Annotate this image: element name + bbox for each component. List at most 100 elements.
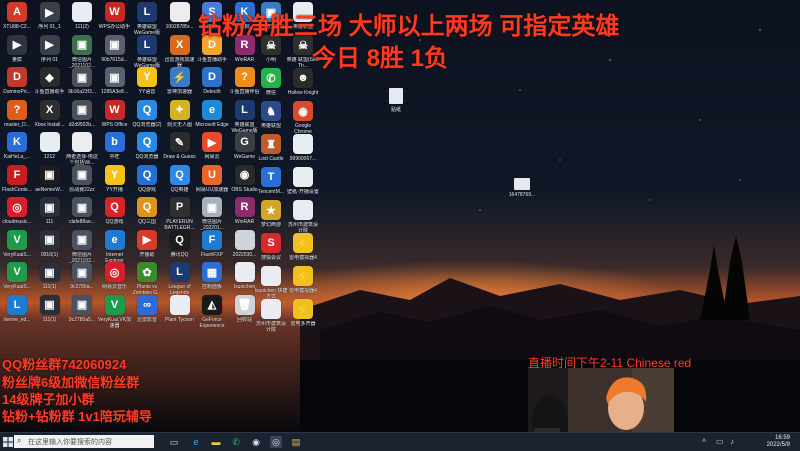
- app-icon: [72, 2, 92, 22]
- app-icon: ▣: [104, 34, 125, 55]
- app-icon: b: [104, 132, 125, 152]
- app-icon: ✿: [137, 262, 157, 282]
- app-icon: ▣: [39, 294, 60, 315]
- active-app-icon[interactable]: ◎: [270, 436, 282, 448]
- app-icon: F: [7, 164, 27, 185]
- app-icon: [169, 294, 190, 315]
- app-icon: V: [7, 229, 27, 250]
- app-icon: ▣: [72, 294, 92, 315]
- app-icon: ▣: [72, 99, 92, 120]
- app-icon: ◆: [39, 67, 60, 87]
- desktop-shortcut[interactable]: ▣ 111(1): [33, 294, 67, 335]
- app-icon: R: [234, 197, 255, 217]
- app-icon: ▣: [72, 34, 92, 55]
- app-icon: V: [104, 294, 125, 315]
- shortcut-label: liveme_ed...: [3, 316, 31, 323]
- app-icon: W: [104, 99, 125, 120]
- app-icon: ▣: [39, 197, 60, 217]
- image-file-icon: [514, 178, 530, 190]
- file-explorer-icon[interactable]: ▬: [210, 436, 222, 448]
- network-icon[interactable]: ▭: [716, 437, 724, 446]
- desktop-shortcut[interactable]: ◭ GeForce Experience: [195, 294, 229, 335]
- app-icon: U: [202, 164, 222, 185]
- start-button[interactable]: [2, 436, 14, 448]
- app-icon: ▣: [72, 164, 92, 185]
- fan-info-line: QQ粉丝群742060924: [2, 357, 127, 372]
- app-icon: Q: [169, 229, 190, 250]
- app-icon: X: [39, 99, 60, 120]
- desktop-file-icon[interactable]: 16478769...: [502, 178, 542, 198]
- taskbar-search-box[interactable]: ⌕ 在这里输入你要搜索的内容: [14, 435, 154, 448]
- app-icon: D: [7, 67, 27, 87]
- app-icon: ⚡: [293, 266, 313, 286]
- app-icon: ▣: [39, 229, 60, 250]
- app-icon: D: [202, 67, 222, 87]
- shortcut-label: GeForce Experience: [199, 316, 225, 329]
- desktop-shortcut[interactable]: ▣ 9c2780a5...: [65, 294, 99, 335]
- app-icon: Q: [104, 197, 125, 217]
- app-icon: L: [234, 99, 255, 120]
- app-icon: L: [137, 2, 157, 22]
- app-icon: ?: [234, 67, 255, 87]
- shortcut-label: 9c2780a5...: [68, 316, 96, 323]
- chevron-up-icon[interactable]: ˄: [702, 438, 706, 445]
- desktop-file-icon[interactable]: 贴纸: [376, 88, 416, 113]
- app-icon: ∞: [137, 294, 157, 315]
- app-icon: [169, 2, 190, 22]
- app-icon: L: [7, 294, 27, 315]
- shortcut-label: 苏州市建筑设计院: [255, 321, 286, 333]
- app-icon: Y: [104, 164, 125, 185]
- app-icon: X: [169, 34, 190, 55]
- taskbar: ⌕ 在这里输入你要搜索的内容 ▭ e ▬ ✆ ◉ ◎ ▤ ˄ ▭ ♪ 16:59…: [0, 432, 800, 451]
- desktop-shortcut[interactable]: Lliveme_ed...: [0, 294, 34, 335]
- app-icon: ▣: [72, 197, 92, 217]
- app-icon: ✆: [261, 68, 281, 88]
- app-icon: ⚡: [293, 233, 313, 253]
- app-icon: ♞: [261, 101, 281, 121]
- app-icon: ▣: [39, 164, 60, 185]
- app-icon: ✎: [169, 132, 190, 152]
- volume-icon[interactable]: ♪: [730, 437, 734, 446]
- app-icon: ⚡: [169, 67, 190, 87]
- app-icon: ◉: [293, 101, 313, 121]
- app-icon: ▣: [72, 67, 92, 87]
- app-icon: Q: [137, 164, 157, 185]
- shortcut-label: 迅雷影音: [136, 316, 157, 323]
- app-icon: L: [169, 262, 190, 282]
- app-icon: ▣: [72, 229, 92, 250]
- app-icon: ▣: [39, 262, 60, 282]
- app-icon: ◎: [104, 262, 125, 282]
- app-icon: [39, 132, 60, 152]
- edge-icon[interactable]: e: [190, 436, 202, 448]
- app-icon: ✦: [169, 99, 190, 120]
- desktop-shortcut[interactable]: Plant Tycoon: [163, 294, 197, 335]
- app-icon: Q: [137, 132, 157, 152]
- app-icon: ▣: [104, 67, 125, 87]
- app-icon: ⚡: [293, 299, 313, 319]
- app-icon: ▶: [137, 229, 157, 250]
- app-icon: Q: [169, 164, 190, 185]
- app-icon: ▶: [7, 34, 27, 55]
- desktop-shortcut[interactable]: 苏州市建筑设计院: [254, 299, 288, 339]
- obs-icon[interactable]: ◉: [250, 436, 262, 448]
- app-icon: [261, 266, 281, 286]
- document-icon: [389, 88, 403, 104]
- desktop-file-label: 贴纸: [390, 107, 401, 113]
- desktop-shortcut[interactable]: ∞ 迅雷影音: [130, 294, 164, 335]
- app-icon: L: [137, 34, 157, 55]
- wechat-icon[interactable]: ✆: [230, 436, 242, 448]
- windows-logo-icon: [3, 437, 13, 447]
- task-view-icon[interactable]: ▭: [168, 436, 180, 448]
- folder-icon[interactable]: ▤: [290, 436, 302, 448]
- app-icon: [234, 262, 255, 282]
- app-icon: ▣: [72, 262, 92, 282]
- desktop-shortcut[interactable]: V VeryKuai.VK加速器: [97, 294, 132, 335]
- desktop-file-label: 16478769...: [508, 192, 536, 198]
- shortcut-label: VeryKuai.VK加速器: [97, 316, 132, 329]
- app-icon: Q: [137, 99, 157, 120]
- stream-overlay-title: 钻粉净胜三场 大师以上两场 可指定英雄: [198, 13, 620, 40]
- app-icon: ◉: [234, 164, 255, 185]
- desktop-shortcut[interactable]: ⚡ 雷电多开器: [286, 299, 320, 339]
- taskbar-clock[interactable]: 16:59 2022/5/9: [767, 435, 790, 449]
- app-icon: 🗑: [234, 294, 255, 315]
